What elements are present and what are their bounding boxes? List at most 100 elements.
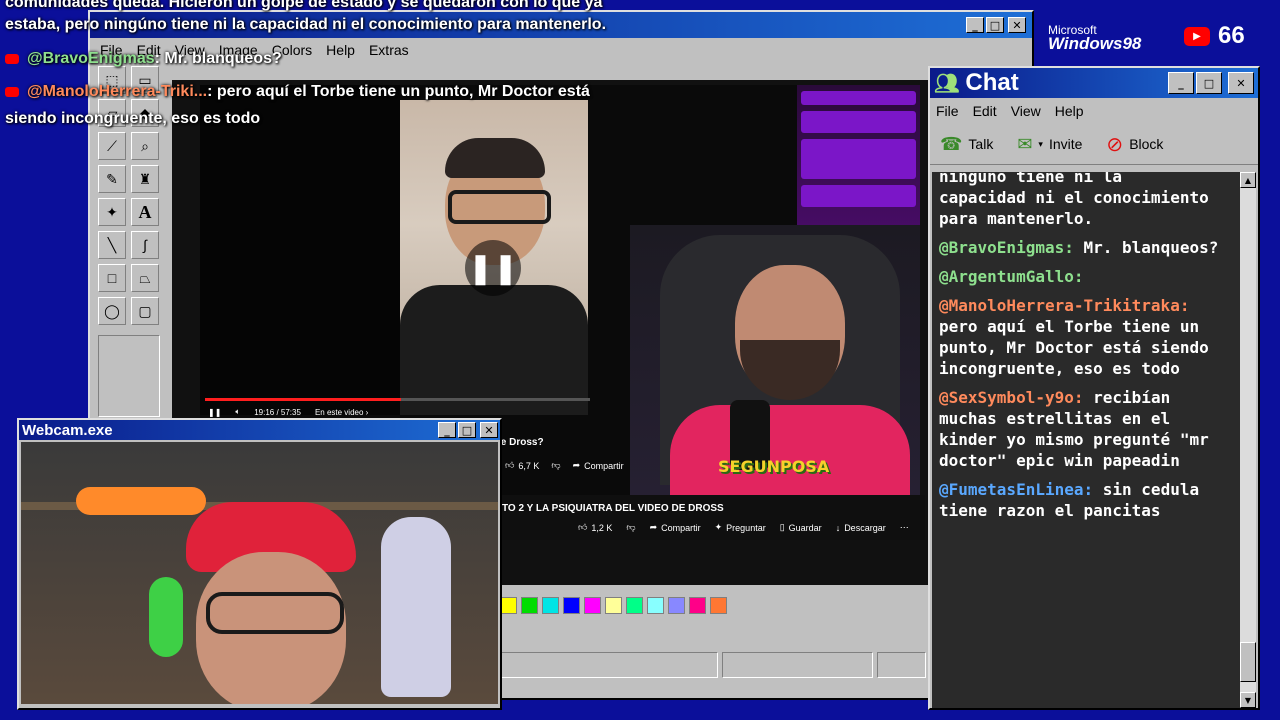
talk-button[interactable]: ☎ Talk [940,134,993,155]
overlay-top-line1: comunidades queda. Hicieron un golpe de … [5,0,603,11]
minimize-button[interactable]: _ [966,17,984,33]
chat-menu-edit[interactable]: Edit [973,103,997,119]
thumb-up-icon: 👍︎ [505,460,515,470]
inner-share-button[interactable]: ➦ Compartir [573,460,624,471]
webcam-feed [21,442,498,704]
inner-like-button[interactable]: 👍︎ 6,7 K [505,460,539,471]
webcam-titlebar: Webcam.exe _ □ ✕ [19,420,500,440]
palette-swatch[interactable] [605,597,622,614]
curve-tool[interactable]: ∫ [131,231,159,259]
like-button[interactable]: 👍︎ 1,2 K [578,522,612,533]
close-button[interactable]: ✕ [1228,72,1254,94]
maximize-button[interactable]: □ [986,17,1004,33]
figurine [381,517,451,697]
chapter-link[interactable]: En este video › [315,408,368,417]
youtube-viewer-count: ▶ 66 [1184,22,1245,50]
brush-tool[interactable]: ♜ [131,165,159,193]
scroll-thumb[interactable] [1240,642,1256,682]
thumb-up-icon: 👍︎ [578,522,588,532]
windows98-logo: Microsoft Windows98 [1048,24,1142,53]
share-button[interactable]: ➦ Compartir [650,522,701,533]
download-button[interactable]: ↓ Descargar [836,522,886,533]
volume-icon[interactable]: 🔈︎ [235,407,240,417]
youtube-icon [5,53,19,64]
chat-log[interactable]: ninguno tiene ni la capacidad ni el cono… [932,172,1240,708]
chat-username: @BravoEnigmas: [939,238,1074,257]
minimize-button[interactable]: _ [1168,72,1194,94]
palette-swatch[interactable] [710,597,727,614]
invite-button[interactable]: ✉ ▾ Invite [1017,134,1082,155]
more-button[interactable]: ⋯ [900,522,909,533]
palette-swatch[interactable] [647,597,664,614]
chat-message: @ManoloHerrera-Trikitraka: pero aquí el … [939,296,1209,378]
palette-swatch[interactable] [500,597,517,614]
chat-menu-help[interactable]: Help [1055,103,1084,119]
chat-menu-view[interactable]: View [1011,103,1041,119]
close-button[interactable]: ✕ [480,422,498,438]
dislike-button[interactable]: 👎︎ [626,522,635,533]
scroll-down-button[interactable]: ▼ [1240,692,1256,708]
chat-menubar: File Edit View Help [930,98,1258,124]
palette-swatch[interactable] [542,597,559,614]
ellipse-tool[interactable]: ◯ [98,297,126,325]
download-icon: ↓ [835,522,841,533]
pause-icon[interactable]: ❚❚ [465,240,521,296]
palette-swatch[interactable] [689,597,706,614]
palette-swatch[interactable] [563,597,580,614]
overlay-top-line2-pre: estaba, pero [5,16,104,33]
line-tool[interactable]: ╲ [98,231,126,259]
windows98-name: Windows98 [1048,34,1142,53]
maximize-button[interactable]: □ [458,422,476,438]
chat-message: capacidad ni el conocimiento para manten… [939,188,1209,228]
inner-video: ❚❚ [400,100,588,415]
save-button[interactable]: ▯ Guardar [780,522,822,533]
progress-bar[interactable] [205,398,590,401]
rounded-rect-tool[interactable]: ▢ [131,297,159,325]
chat-menu-file[interactable]: File [936,103,959,119]
tool-options-box [98,335,160,417]
menu-extras[interactable]: Extras [369,42,409,58]
viewer-count: 66 [1218,22,1245,49]
chat-title: Chat [965,69,1019,96]
embedded-chat [797,85,920,245]
chat-username: @FumetasEnLinea: [939,480,1094,499]
minimize-button[interactable]: _ [438,422,456,438]
chat-message: @FumetasEnLinea: sin cedula tiene razon … [939,480,1200,520]
eyedropper-tool[interactable]: ⟋ [98,132,126,160]
person-hair [445,138,545,178]
rectangle-tool[interactable]: □ [98,264,126,292]
inner-dislike-button[interactable]: 👎︎ [551,460,560,471]
phone-icon: ☎ [940,133,963,154]
inner-actions: 👍︎ 6,7 K 👎︎ ➦ Compartir [505,460,624,471]
player-controls: ❚❚ 🔈︎ 19:16 / 57:35 En este video › [208,407,368,417]
dropdown-icon: ▾ [1038,138,1043,149]
chat-titlebar: 👥︎ Chat _ □ ✕ [930,68,1258,98]
airbrush-tool[interactable]: ✦ [98,198,126,226]
palette-swatch[interactable] [584,597,601,614]
palette-swatch[interactable] [626,597,643,614]
polygon-tool[interactable]: ⏢ [131,264,159,292]
pause-small-icon[interactable]: ❚❚ [208,408,221,417]
chat-scrollbar[interactable]: ▲ ▼ [1240,172,1256,708]
share-icon: ➦ [649,522,658,532]
chat-username: @SexSymbol-y9o: [939,388,1084,407]
ask-button[interactable]: ✦ Preguntar [715,522,766,533]
webcam-title: Webcam.exe [22,421,113,439]
menu-help[interactable]: Help [326,42,355,58]
block-button[interactable]: ⊘ Block [1106,132,1163,157]
chat-username: @ManoloHerrera-Trikitraka: [939,296,1190,315]
overlay-top-line2: estaba, pero ningúno tiene ni la capacid… [5,16,606,34]
overlay-msg2-user: @ManoloHerrera-Triki... [27,83,208,100]
overlay-msg2: @ManoloHerrera-Triki...: pero aquí el To… [5,83,590,101]
overlay-msg1: @BravoEnigmas: Mr. blanqueos? [5,50,282,68]
video-actions: 👍︎ 1,2 K 👎︎ ➦ Compartir ✦ Preguntar ▯ Guarda… [500,514,925,533]
palette-swatch[interactable] [668,597,685,614]
magnifier-icon[interactable]: ⌕ [131,132,159,160]
inner-video-title: le Dross? [498,437,544,448]
palette-swatch[interactable] [521,597,538,614]
scroll-up-button[interactable]: ▲ [1240,172,1256,188]
maximize-button[interactable]: □ [1196,72,1222,94]
text-tool[interactable]: A [131,198,159,226]
close-button[interactable]: ✕ [1008,17,1026,33]
pencil-tool[interactable]: ✎ [98,165,126,193]
